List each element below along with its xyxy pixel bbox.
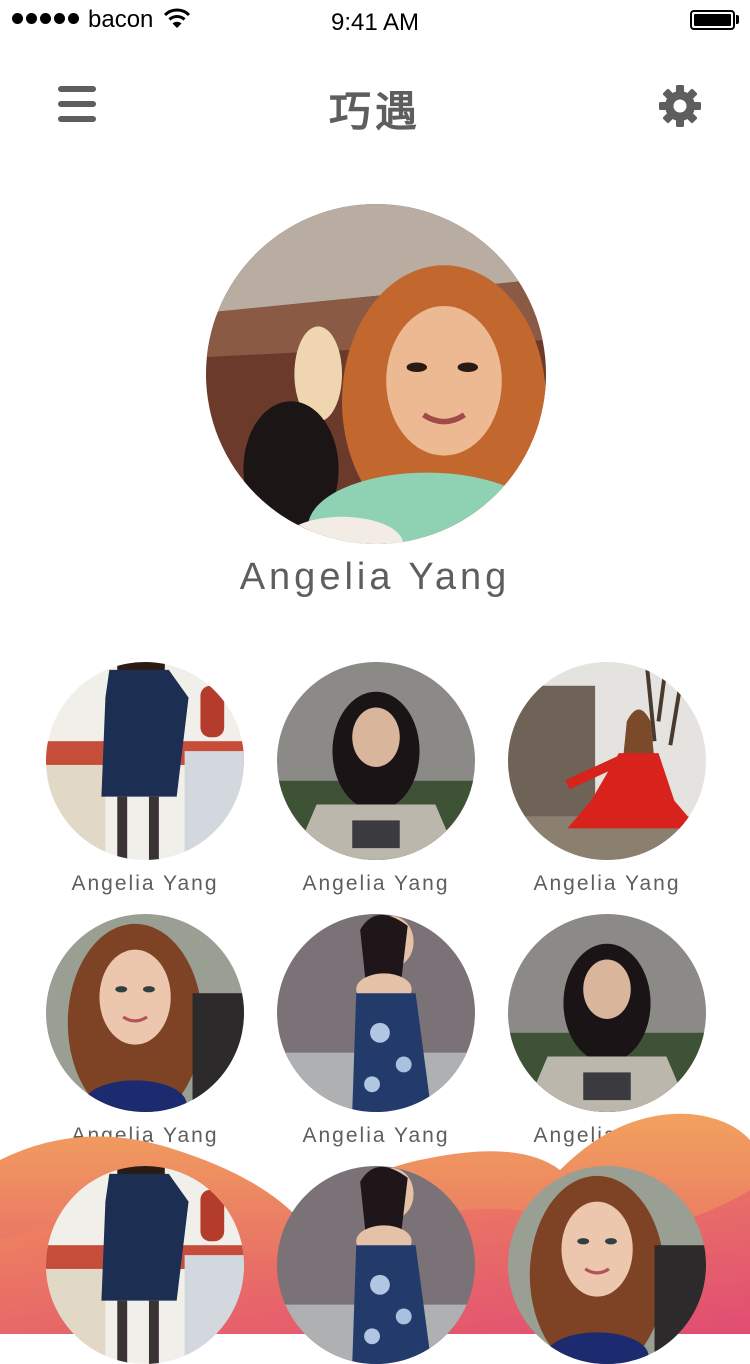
person-name: Angelia Yang [71,872,219,895]
person-photo[interactable] [508,914,706,1112]
profile-name: Angelia Yang [239,556,511,598]
person-photo[interactable] [508,662,706,860]
battery-icon [690,10,735,30]
person-photo[interactable] [277,662,475,860]
person-name: Angelia Yang [533,872,681,895]
battery-tip [736,15,739,24]
person-photo[interactable] [46,914,244,1112]
gear-icon[interactable] [658,84,702,128]
person-photo[interactable] [277,1166,475,1364]
person-photo[interactable] [508,1166,706,1364]
status-bar: bacon 9:41 AM [0,0,750,40]
person-photo[interactable] [46,662,244,860]
person-photo[interactable] [46,1166,244,1364]
person-name: Angelia Yang [302,872,450,895]
status-time: 9:41 AM [330,9,420,36]
person-photo[interactable] [277,914,475,1112]
page-title: 巧遇 [328,87,421,136]
profile-avatar[interactable] [206,204,546,544]
